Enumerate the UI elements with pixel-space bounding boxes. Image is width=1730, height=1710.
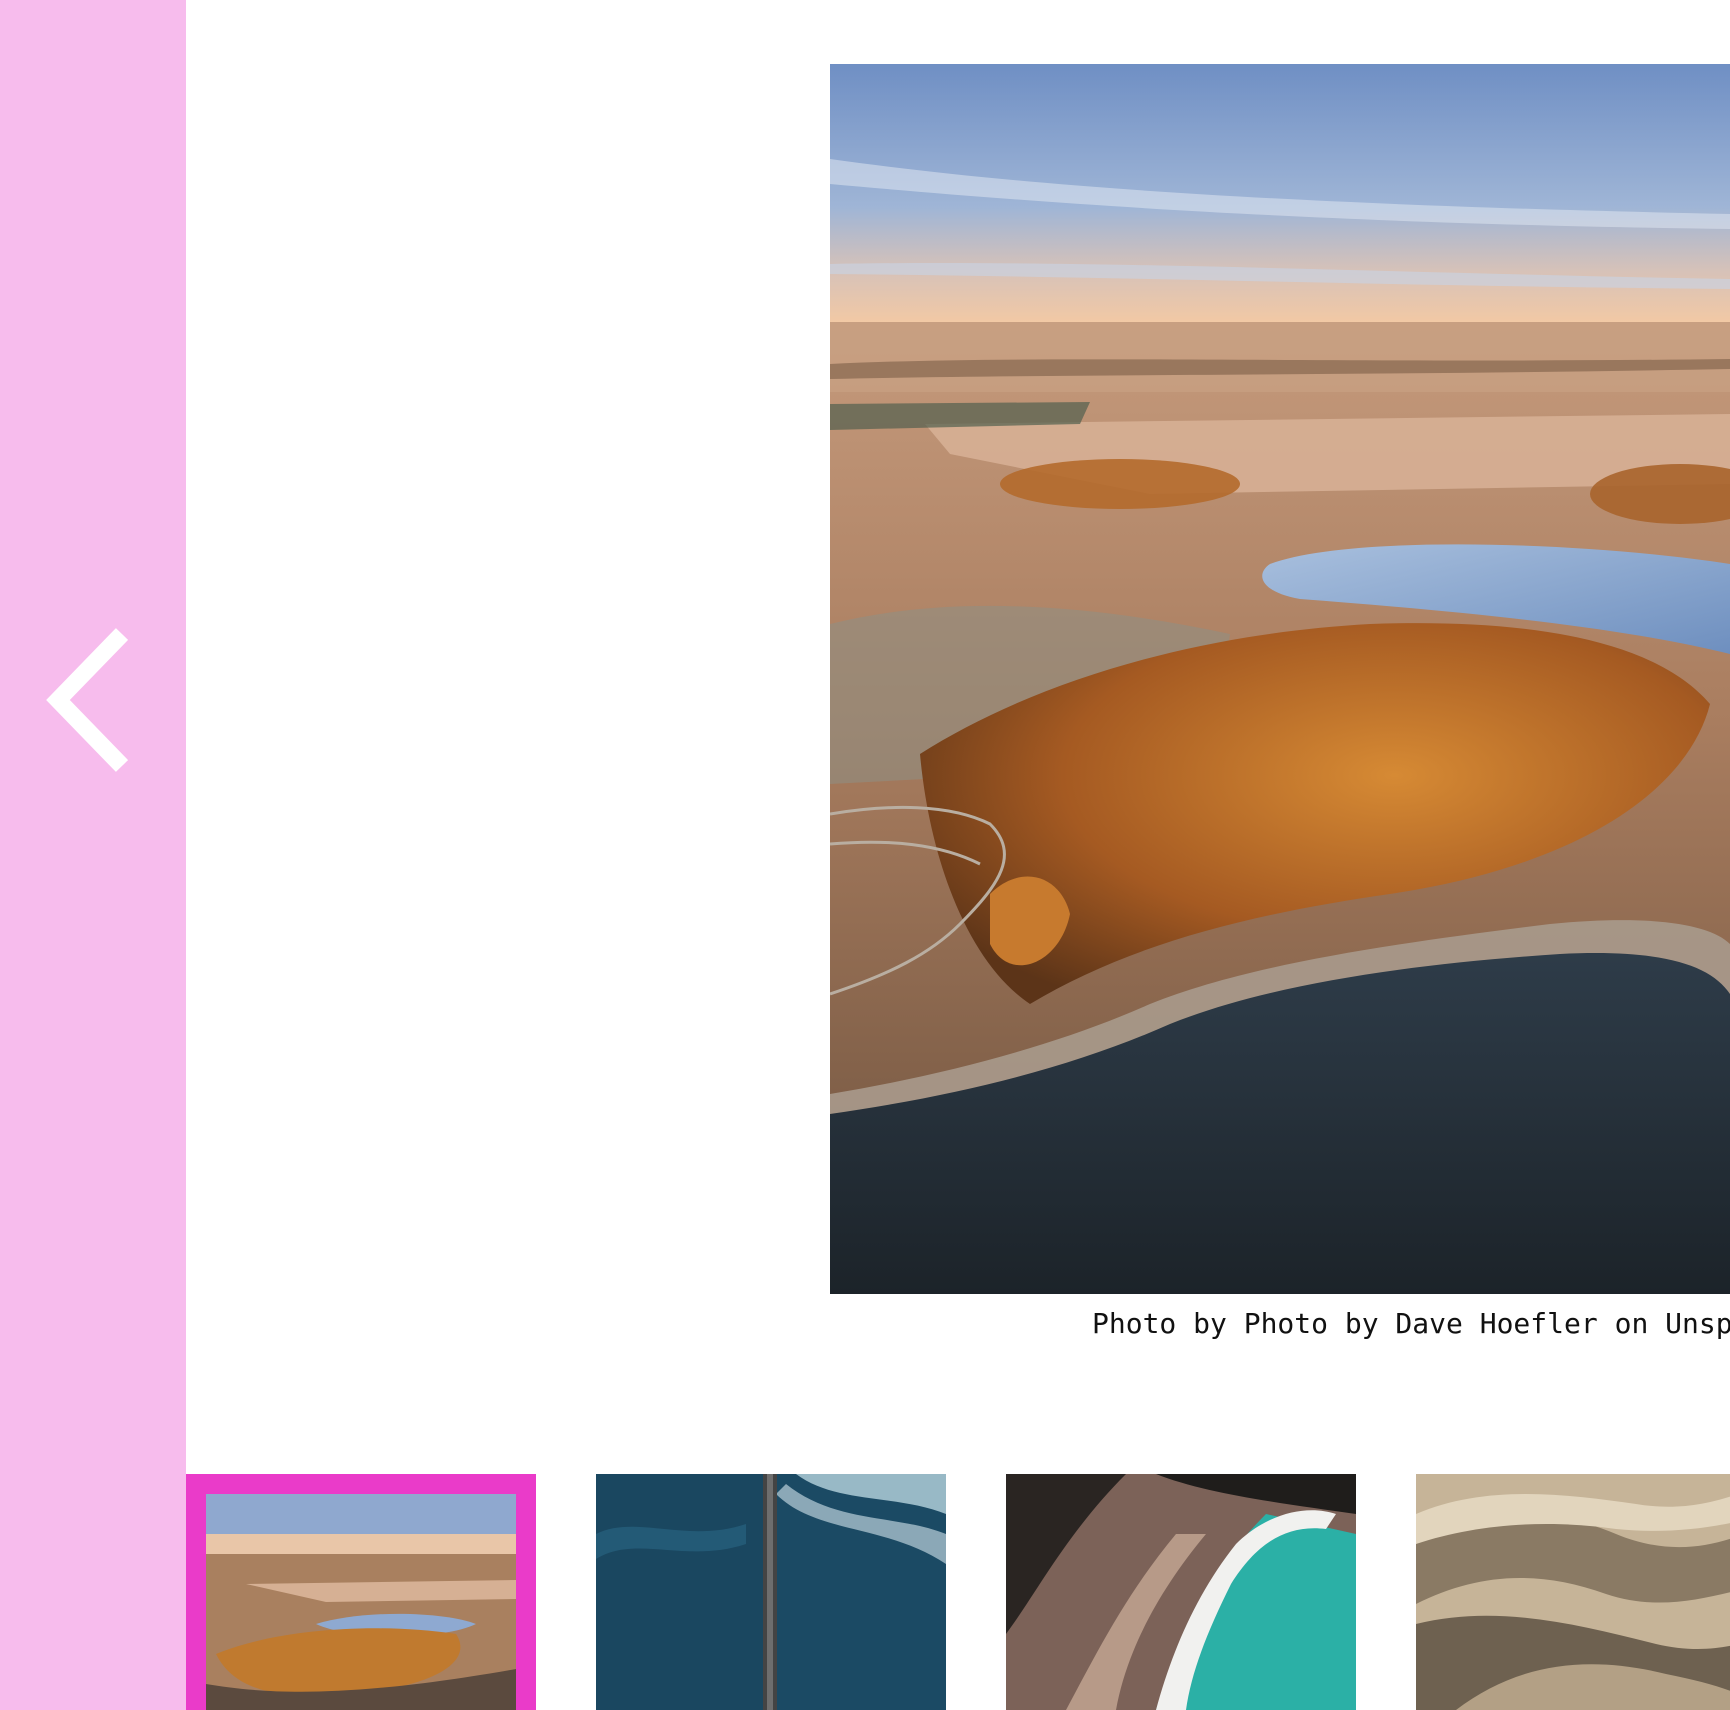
thumbnail-image xyxy=(206,1494,516,1710)
thumbnail-4[interactable] xyxy=(1416,1474,1730,1710)
chevron-left-icon xyxy=(46,628,129,772)
thumbnail-image xyxy=(1006,1474,1356,1710)
thumbnail-image xyxy=(596,1474,946,1710)
photo-caption: Photo by Photo by Dave Hoefler on Unspla… xyxy=(1092,1307,1730,1340)
thumbnail-image xyxy=(1416,1474,1730,1710)
gallery-page: Photo by Photo by Dave Hoefler on Unspla… xyxy=(0,0,1730,1710)
main-photo xyxy=(830,64,1730,1294)
side-panel xyxy=(0,0,186,1710)
previous-button[interactable] xyxy=(34,620,144,780)
thumbnail-3[interactable] xyxy=(1006,1474,1356,1710)
thumbnail-1-selected[interactable] xyxy=(186,1474,536,1710)
thumbnail-2[interactable] xyxy=(596,1474,946,1710)
